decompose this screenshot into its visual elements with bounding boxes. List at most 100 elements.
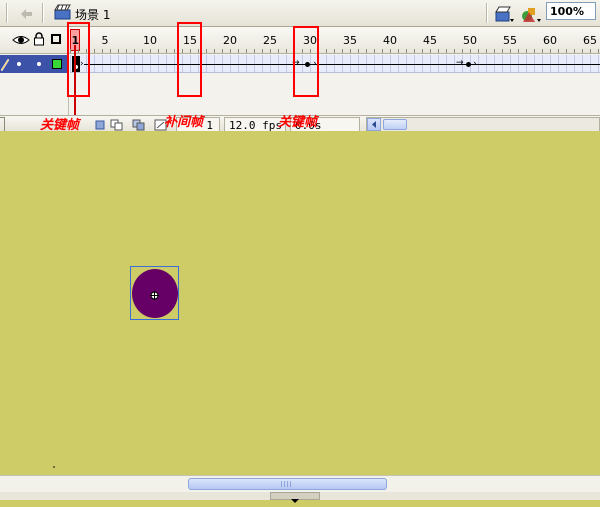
frame-number-20[interactable]: 20 bbox=[223, 34, 237, 47]
ruler-tick bbox=[350, 49, 351, 53]
ruler-tick bbox=[462, 49, 463, 53]
ruler-tick bbox=[414, 49, 415, 53]
timeline-scroll-thumb[interactable] bbox=[383, 119, 407, 130]
stage[interactable] bbox=[0, 131, 600, 475]
ruler-tick bbox=[342, 49, 343, 53]
ruler-tick bbox=[206, 49, 207, 53]
ruler-tick bbox=[374, 49, 375, 53]
ruler-tick bbox=[246, 49, 247, 53]
annotation-box-keyframe-1 bbox=[67, 22, 90, 97]
ruler-tick bbox=[566, 49, 567, 53]
ruler-tick bbox=[398, 49, 399, 53]
ruler-tick bbox=[222, 49, 223, 53]
motion-tween-line bbox=[84, 64, 600, 65]
ruler-tick bbox=[494, 49, 495, 53]
ruler-tick bbox=[574, 49, 575, 53]
frame-number-40[interactable]: 40 bbox=[383, 34, 397, 47]
annotation-box-tween bbox=[177, 22, 202, 97]
back-button[interactable] bbox=[14, 3, 38, 25]
onion-skin-button[interactable] bbox=[110, 119, 124, 131]
onion-outline-button[interactable] bbox=[132, 119, 146, 131]
ruler-tick bbox=[430, 49, 431, 53]
collapse-handle[interactable] bbox=[270, 492, 320, 503]
ruler-tick bbox=[262, 49, 263, 53]
timeline-panel: 1 5 10 15 20 25 30 35 40 45 50 55 60 65 › → › → › bbox=[0, 22, 600, 134]
ruler-tick bbox=[582, 49, 583, 53]
frame-number-5[interactable]: 5 bbox=[102, 34, 109, 47]
ruler-tick bbox=[438, 49, 439, 53]
panel-collapse-bar[interactable] bbox=[0, 492, 600, 503]
annotation-tween-frames: 补间帧 bbox=[164, 115, 204, 130]
frame-number-45[interactable]: 45 bbox=[423, 34, 437, 47]
frame-number-10[interactable]: 10 bbox=[143, 34, 157, 47]
zoom-field[interactable]: 100% bbox=[546, 2, 596, 20]
edit-scene-button[interactable] bbox=[492, 3, 516, 25]
stage-scroll-thumb[interactable] bbox=[188, 478, 387, 490]
ruler-tick bbox=[166, 49, 167, 53]
ruler-tick bbox=[502, 49, 503, 53]
keyframe-50[interactable] bbox=[466, 62, 471, 67]
center-frame-button[interactable] bbox=[94, 119, 108, 131]
ruler-tick bbox=[278, 49, 279, 53]
ruler-tick bbox=[454, 49, 455, 53]
ruler-tick bbox=[94, 49, 95, 53]
ruler-tick bbox=[142, 49, 143, 53]
chevron-down-icon bbox=[291, 499, 299, 503]
frame-number-50[interactable]: 50 bbox=[463, 34, 477, 47]
ruler-tick bbox=[158, 49, 159, 53]
ruler-tick bbox=[238, 49, 239, 53]
ruler-tick bbox=[510, 49, 511, 53]
timeline-hscroll[interactable] bbox=[366, 117, 600, 132]
ruler-tick bbox=[254, 49, 255, 53]
ruler-tick bbox=[550, 49, 551, 53]
registration-point-icon bbox=[150, 289, 159, 300]
annotation-keyframe-right: 关键帧 bbox=[278, 115, 318, 130]
pencil-icon bbox=[0, 57, 10, 72]
toolbar-separator bbox=[6, 3, 8, 23]
toolbar-separator bbox=[42, 3, 44, 23]
frame-number-60[interactable]: 60 bbox=[543, 34, 557, 47]
ruler-tick bbox=[110, 49, 111, 53]
edit-scene-icon bbox=[495, 6, 514, 22]
ruler-tick bbox=[558, 49, 559, 53]
ruler-tick bbox=[590, 49, 591, 53]
scroll-left-button[interactable] bbox=[367, 118, 381, 131]
frame-rate-field: 12.0 fps bbox=[224, 117, 286, 132]
ruler-tick bbox=[326, 49, 327, 53]
ruler-tick bbox=[118, 49, 119, 53]
edit-symbol-icon bbox=[522, 8, 541, 22]
ruler-tick bbox=[214, 49, 215, 53]
lock-dot[interactable] bbox=[37, 62, 41, 66]
ruler-tick bbox=[422, 49, 423, 53]
tween-arrow-start-3: › bbox=[473, 59, 477, 69]
visibility-dot[interactable] bbox=[17, 62, 21, 66]
ruler-tick bbox=[270, 49, 271, 53]
ruler-tick bbox=[542, 49, 543, 53]
ruler-tick bbox=[406, 49, 407, 53]
stage-speck bbox=[53, 466, 55, 468]
ruler-tick bbox=[470, 49, 471, 53]
layer-outline-color[interactable] bbox=[52, 59, 62, 69]
frame-number-25[interactable]: 25 bbox=[263, 34, 277, 47]
edit-symbol-button[interactable] bbox=[518, 3, 542, 25]
tween-arrow-end-2: → bbox=[456, 58, 464, 68]
ruler-tick bbox=[518, 49, 519, 53]
ruler-tick bbox=[478, 49, 479, 53]
ruler-tick bbox=[366, 49, 367, 53]
ruler-tick bbox=[598, 49, 599, 53]
annotation-box-keyframe-30 bbox=[293, 26, 319, 97]
scene-bar: 场景 1 100% bbox=[0, 0, 600, 27]
ruler-tick bbox=[446, 49, 447, 53]
scene-label: 场景 1 bbox=[75, 8, 111, 22]
ruler-tick bbox=[526, 49, 527, 53]
layer-name-cell[interactable] bbox=[0, 55, 68, 73]
ruler-tick bbox=[358, 49, 359, 53]
scroll-grip-icon bbox=[281, 481, 293, 487]
frame-number-65[interactable]: 65 bbox=[583, 34, 597, 47]
ruler-tick bbox=[174, 49, 175, 53]
stage-hscroll[interactable] bbox=[0, 475, 600, 493]
ruler-tick bbox=[286, 49, 287, 53]
frame-number-35[interactable]: 35 bbox=[343, 34, 357, 47]
ruler-tick bbox=[486, 49, 487, 53]
frame-number-55[interactable]: 55 bbox=[503, 34, 517, 47]
